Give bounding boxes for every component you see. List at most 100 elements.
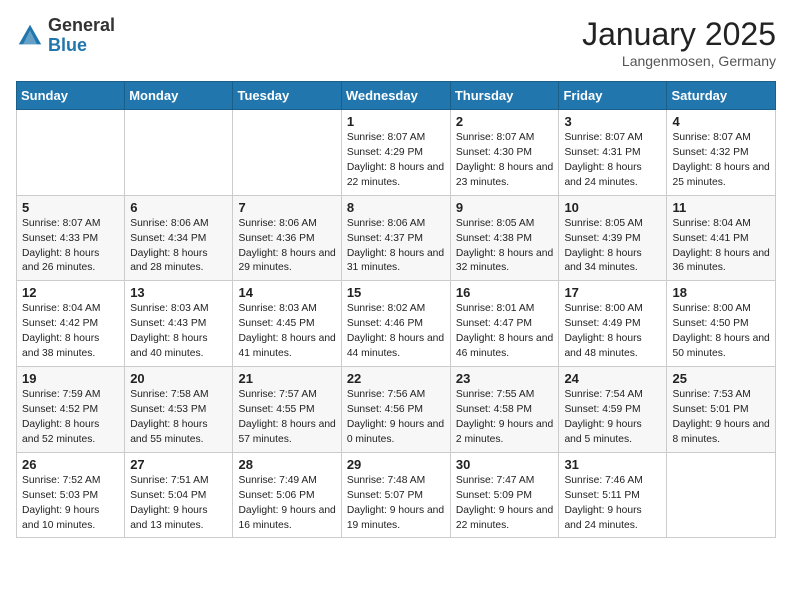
day-detail: Sunrise: 8:03 AMSunset: 4:43 PMDaylight:… xyxy=(130,302,227,362)
day-number: 18 xyxy=(672,285,770,300)
day-cell: 25Sunrise: 7:53 AMSunset: 5:01 PMDayligh… xyxy=(667,367,776,453)
day-detail: Sunrise: 8:06 AMSunset: 4:34 PMDaylight:… xyxy=(130,217,227,277)
day-cell: 14 Sunrise: 8:03 AMSunset: 4:45 PMDayligh… xyxy=(233,281,341,367)
day-cell: 6 Sunrise: 8:06 AMSunset: 4:34 PMDaylight… xyxy=(125,195,233,281)
day-cell: 27 Sunrise: 7:51 AMSunset: 5:04 PMDayligh… xyxy=(125,452,233,538)
day-cell: 7 Sunrise: 8:06 AMSunset: 4:36 PMDaylight… xyxy=(233,195,341,281)
day-detail: Sunrise: 8:04 AMSunset: 4:42 PMDaylight:… xyxy=(22,302,119,362)
day-number: 27 xyxy=(130,457,227,472)
day-cell: 12 Sunrise: 8:04 AMSunset: 4:42 PMDayligh… xyxy=(17,281,125,367)
day-detail: Sunrise: 7:59 AMSunset: 4:52 PMDaylight:… xyxy=(22,388,119,448)
day-cell: 13 Sunrise: 8:03 AMSunset: 4:43 PMDayligh… xyxy=(125,281,233,367)
day-detail: Sunrise: 8:07 AMSunset: 4:29 PMDaylight:… xyxy=(347,131,445,191)
day-detail: Sunrise: 8:04 AMSunset: 4:41 PMDaylight:… xyxy=(672,217,770,277)
week-row-2: 5Sunrise: 8:07 AMSunset: 4:33 PMDaylight… xyxy=(17,195,776,281)
weekday-header-wednesday: Wednesday xyxy=(341,82,450,110)
logo-blue: Blue xyxy=(48,36,115,56)
day-detail: Sunrise: 8:02 AMSunset: 4:46 PMDaylight:… xyxy=(347,302,445,362)
day-number: 24 xyxy=(564,371,661,386)
weekday-header-saturday: Saturday xyxy=(667,82,776,110)
day-cell: 11 Sunrise: 8:04 AMSunset: 4:41 PMDayligh… xyxy=(667,195,776,281)
day-cell: 26Sunrise: 7:52 AMSunset: 5:03 PMDayligh… xyxy=(17,452,125,538)
day-cell: 15 Sunrise: 8:02 AMSunset: 4:46 PMDayligh… xyxy=(341,281,450,367)
day-cell: 17 Sunrise: 8:00 AMSunset: 4:49 PMDayligh… xyxy=(559,281,667,367)
day-cell: 23 Sunrise: 7:55 AMSunset: 4:58 PMDayligh… xyxy=(450,367,559,453)
day-detail: Sunrise: 8:00 AMSunset: 4:50 PMDaylight:… xyxy=(672,302,770,362)
day-detail: Sunrise: 7:56 AMSunset: 4:56 PMDaylight:… xyxy=(347,388,445,448)
week-row-5: 26Sunrise: 7:52 AMSunset: 5:03 PMDayligh… xyxy=(17,452,776,538)
day-detail: Sunrise: 8:06 AMSunset: 4:36 PMDaylight:… xyxy=(238,217,335,277)
calendar-table: SundayMondayTuesdayWednesdayThursdayFrid… xyxy=(16,81,776,538)
day-cell: 9 Sunrise: 8:05 AMSunset: 4:38 PMDaylight… xyxy=(450,195,559,281)
day-number: 14 xyxy=(238,285,335,300)
day-detail: Sunrise: 7:52 AMSunset: 5:03 PMDaylight:… xyxy=(22,474,119,534)
day-detail: Sunrise: 8:00 AMSunset: 4:49 PMDaylight:… xyxy=(564,302,661,362)
day-number: 13 xyxy=(130,285,227,300)
day-detail: Sunrise: 7:49 AMSunset: 5:06 PMDaylight:… xyxy=(238,474,335,534)
day-number: 22 xyxy=(347,371,445,386)
day-detail: Sunrise: 8:05 AMSunset: 4:38 PMDaylight:… xyxy=(456,217,554,277)
day-cell: 2 Sunrise: 8:07 AMSunset: 4:30 PMDaylight… xyxy=(450,110,559,196)
page-header: General Blue January 2025 Langenmosen, G… xyxy=(16,16,776,69)
day-detail: Sunrise: 8:06 AMSunset: 4:37 PMDaylight:… xyxy=(347,217,445,277)
location: Langenmosen, Germany xyxy=(582,53,776,69)
day-detail: Sunrise: 7:47 AMSunset: 5:09 PMDaylight:… xyxy=(456,474,554,534)
day-cell: 10Sunrise: 8:05 AMSunset: 4:39 PMDayligh… xyxy=(559,195,667,281)
day-detail: Sunrise: 8:07 AMSunset: 4:32 PMDaylight:… xyxy=(672,131,770,191)
day-detail: Sunrise: 8:01 AMSunset: 4:47 PMDaylight:… xyxy=(456,302,554,362)
logo-text: General Blue xyxy=(48,16,115,56)
day-number: 28 xyxy=(238,457,335,472)
day-cell: 24Sunrise: 7:54 AMSunset: 4:59 PMDayligh… xyxy=(559,367,667,453)
weekday-header-row: SundayMondayTuesdayWednesdayThursdayFrid… xyxy=(17,82,776,110)
day-cell: 19 Sunrise: 7:59 AMSunset: 4:52 PMDayligh… xyxy=(17,367,125,453)
day-detail: Sunrise: 8:05 AMSunset: 4:39 PMDaylight:… xyxy=(564,217,661,277)
day-cell: 31Sunrise: 7:46 AMSunset: 5:11 PMDayligh… xyxy=(559,452,667,538)
day-detail: Sunrise: 7:53 AMSunset: 5:01 PMDaylight:… xyxy=(672,388,770,448)
day-cell xyxy=(233,110,341,196)
weekday-header-tuesday: Tuesday xyxy=(233,82,341,110)
logo: General Blue xyxy=(16,16,115,56)
day-cell: 21Sunrise: 7:57 AMSunset: 4:55 PMDayligh… xyxy=(233,367,341,453)
day-cell: 8Sunrise: 8:06 AMSunset: 4:37 PMDaylight… xyxy=(341,195,450,281)
day-number: 12 xyxy=(22,285,119,300)
day-number: 5 xyxy=(22,200,119,215)
day-cell xyxy=(667,452,776,538)
day-number: 2 xyxy=(456,114,554,129)
day-number: 29 xyxy=(347,457,445,472)
weekday-header-friday: Friday xyxy=(559,82,667,110)
title-block: January 2025 Langenmosen, Germany xyxy=(582,16,776,69)
day-detail: Sunrise: 7:55 AMSunset: 4:58 PMDaylight:… xyxy=(456,388,554,448)
day-number: 23 xyxy=(456,371,554,386)
day-number: 11 xyxy=(672,200,770,215)
day-detail: Sunrise: 8:07 AMSunset: 4:30 PMDaylight:… xyxy=(456,131,554,191)
day-detail: Sunrise: 7:58 AMSunset: 4:53 PMDaylight:… xyxy=(130,388,227,448)
month-title: January 2025 xyxy=(582,16,776,53)
day-cell: 5Sunrise: 8:07 AMSunset: 4:33 PMDaylight… xyxy=(17,195,125,281)
day-number: 1 xyxy=(347,114,445,129)
day-cell: 22 Sunrise: 7:56 AMSunset: 4:56 PMDayligh… xyxy=(341,367,450,453)
day-cell: 3Sunrise: 8:07 AMSunset: 4:31 PMDaylight… xyxy=(559,110,667,196)
day-number: 6 xyxy=(130,200,227,215)
day-number: 9 xyxy=(456,200,554,215)
logo-general: General xyxy=(48,16,115,36)
day-number: 19 xyxy=(22,371,119,386)
weekday-header-sunday: Sunday xyxy=(17,82,125,110)
day-detail: Sunrise: 7:51 AMSunset: 5:04 PMDaylight:… xyxy=(130,474,227,534)
day-number: 15 xyxy=(347,285,445,300)
day-number: 4 xyxy=(672,114,770,129)
day-number: 17 xyxy=(564,285,661,300)
day-cell: 18 Sunrise: 8:00 AMSunset: 4:50 PMDayligh… xyxy=(667,281,776,367)
day-cell: 20 Sunrise: 7:58 AMSunset: 4:53 PMDayligh… xyxy=(125,367,233,453)
day-number: 3 xyxy=(564,114,661,129)
week-row-1: 1 Sunrise: 8:07 AMSunset: 4:29 PMDaylight… xyxy=(17,110,776,196)
weekday-header-monday: Monday xyxy=(125,82,233,110)
week-row-3: 12 Sunrise: 8:04 AMSunset: 4:42 PMDayligh… xyxy=(17,281,776,367)
day-cell: 29Sunrise: 7:48 AMSunset: 5:07 PMDayligh… xyxy=(341,452,450,538)
day-number: 20 xyxy=(130,371,227,386)
day-detail: Sunrise: 8:03 AMSunset: 4:45 PMDaylight:… xyxy=(238,302,335,362)
day-number: 21 xyxy=(238,371,335,386)
day-cell xyxy=(17,110,125,196)
weekday-header-thursday: Thursday xyxy=(450,82,559,110)
day-number: 7 xyxy=(238,200,335,215)
day-cell xyxy=(125,110,233,196)
